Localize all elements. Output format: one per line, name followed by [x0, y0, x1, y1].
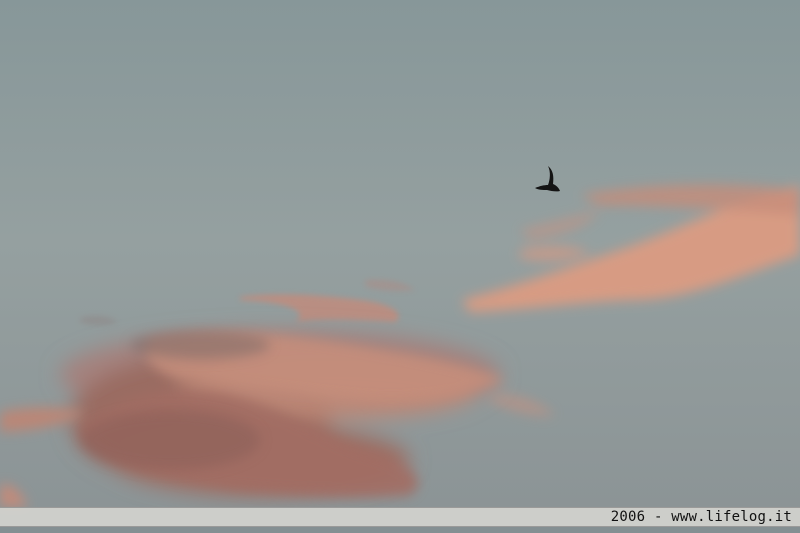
bottom-strip — [0, 527, 800, 533]
photo: 2006 - www.lifelog.it — [0, 0, 800, 533]
caption-bar: 2006 - www.lifelog.it — [0, 507, 800, 527]
sky-scene — [0, 0, 800, 533]
watermark-caption: 2006 - www.lifelog.it — [610, 509, 792, 525]
